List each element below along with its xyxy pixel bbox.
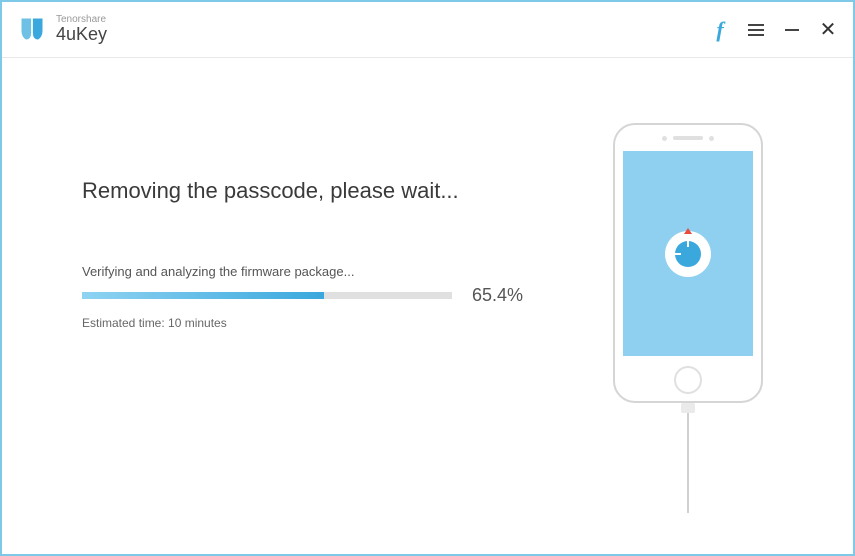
- progress-percent: 65.4%: [472, 285, 523, 306]
- page-heading: Removing the passcode, please wait...: [82, 178, 542, 204]
- phone-camera-icon: [662, 136, 667, 141]
- status-text: Verifying and analyzing the firmware pac…: [82, 264, 542, 279]
- app-name: 4uKey: [56, 25, 107, 45]
- phone-body: [613, 123, 763, 403]
- phone-home-button-icon: [674, 366, 702, 394]
- titlebar: Tenorshare 4uKey f ✕: [2, 2, 853, 58]
- close-button[interactable]: ✕: [819, 21, 837, 39]
- app-logo-icon: [18, 15, 46, 43]
- menu-icon[interactable]: [747, 21, 765, 39]
- progress-panel: Removing the passcode, please wait... Ve…: [82, 178, 542, 330]
- eta-text: Estimated time: 10 minutes: [82, 316, 542, 330]
- phone-cable-icon: [687, 403, 689, 513]
- logo-block: Tenorshare 4uKey: [18, 14, 107, 45]
- phone-top: [662, 125, 714, 151]
- phone-speaker-icon: [673, 136, 703, 140]
- progress-bar: [82, 292, 452, 299]
- content-area: Removing the passcode, please wait... Ve…: [2, 58, 853, 554]
- phone-sensor-icon: [709, 136, 714, 141]
- compass-icon: [665, 231, 711, 277]
- phone-screen: [623, 151, 753, 356]
- progress-row: 65.4%: [82, 285, 542, 306]
- progress-fill: [82, 292, 324, 299]
- minimize-button[interactable]: [783, 21, 801, 39]
- device-illustration: [613, 123, 763, 513]
- titlebar-controls: f ✕: [711, 21, 837, 39]
- facebook-icon[interactable]: f: [711, 21, 729, 39]
- logo-text: Tenorshare 4uKey: [56, 14, 107, 45]
- compass-needle-icon: [684, 228, 692, 234]
